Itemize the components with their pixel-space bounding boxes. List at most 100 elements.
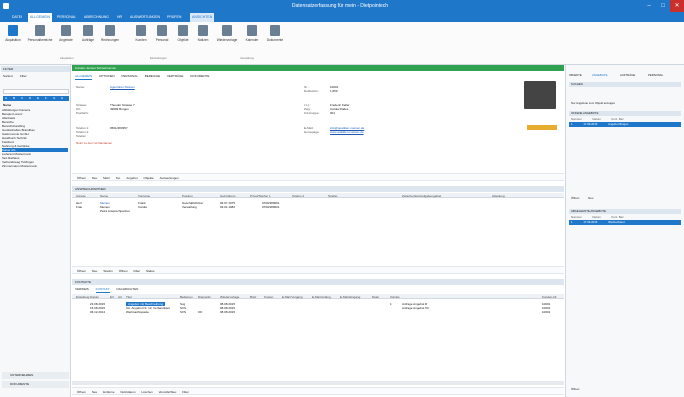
sort-label[interactable]: Sortiert (3, 74, 13, 78)
tab-pruefen[interactable]: PRÜFEN (165, 13, 183, 22)
angebot-button[interactable]: Angebot (126, 174, 137, 182)
table-cell[interactable]: Petra Ansprechpartner (100, 209, 130, 213)
col-name[interactable]: Name (100, 194, 108, 198)
rejected-row[interactable]: 1 17.06.2015 Wochenhand (569, 220, 681, 225)
col-email-eingang[interactable]: E-Mail Eingang (340, 295, 360, 299)
col-nummer[interactable]: Nummer (571, 215, 582, 219)
tel-button[interactable]: Tel. (116, 174, 121, 182)
az-f[interactable]: F (45, 96, 47, 100)
col-datei[interactable]: Datei (372, 295, 379, 299)
tab-dokumente-detail[interactable]: DOKUMENTE (190, 73, 209, 79)
new-button[interactable]: Neu (92, 267, 98, 275)
col-datum[interactable]: Datum (593, 215, 601, 219)
tab-angebote-right[interactable]: ANGEBOTE (592, 73, 608, 77)
tab-personal[interactable]: PERSONAL (55, 13, 78, 22)
tab-optionen[interactable]: OPTIONEN (99, 73, 115, 79)
col-email-vorgang[interactable]: E-Mail Vorgang (282, 295, 303, 299)
kunden-button[interactable]: Kunden (132, 25, 150, 55)
right-bottom-open[interactable]: Öffnen (569, 387, 681, 392)
tab-ansichten[interactable]: ANSICHTEN (190, 13, 215, 22)
tab-datei[interactable]: DATEI (10, 13, 24, 22)
col-kosten[interactable]: Kosten (264, 295, 273, 299)
new-button[interactable]: Neu (92, 388, 98, 396)
az-d[interactable]: D (29, 96, 31, 100)
tab-bereiche[interactable]: BEREICHE (145, 73, 160, 79)
web-value[interactable]: www.quatklen-meinen.de (330, 130, 364, 134)
tab-auftraege-right[interactable]: AUFTRÄGE (620, 73, 635, 77)
col-bedienen[interactable]: Bedienen (180, 295, 193, 299)
maximize-button[interactable]: □ (656, 0, 670, 12)
col-gebdatum[interactable]: Geb.Datum (220, 194, 235, 198)
telefon-button[interactable]: Telefon (103, 267, 113, 275)
col-vorname[interactable]: Vorname (138, 194, 150, 198)
az-a[interactable]: A (5, 96, 7, 100)
tab-hr[interactable]: HR (115, 13, 124, 22)
open-button[interactable]: Öffnen (571, 196, 579, 200)
col-abteilung[interactable]: Abteilung (492, 194, 505, 198)
col-kurzbez[interactable]: Kurz. Bez. (612, 117, 625, 121)
filter-button[interactable]: Filter (133, 267, 140, 275)
nav-dokumente[interactable]: DOKUMENTE (2, 381, 69, 388)
tab-objekte-right[interactable]: OBJEKTE (569, 73, 582, 77)
col-wiedervorlage[interactable]: Wiedervorlage (220, 295, 239, 299)
open-button[interactable]: Öffnen (77, 388, 86, 396)
table-cell[interactable]: Weihnachtspaste (126, 310, 149, 314)
akquisition-button[interactable]: Akquisition (2, 25, 24, 55)
col-kurzbez[interactable]: Kurz. Bez. (612, 215, 625, 219)
tab-nachrichten[interactable]: NACHRICHTEN (116, 286, 138, 292)
minimize-button[interactable]: – (642, 0, 656, 12)
auftraege-button[interactable]: Aufträge (78, 25, 98, 55)
col-erstellung[interactable]: Erstellung Datum (76, 295, 99, 299)
rechnungen-button[interactable]: Rechnungen (100, 25, 120, 55)
debitor-value[interactable]: 1.650 (330, 89, 338, 93)
tab-auswertungen[interactable]: AUSWERTUNGEN (128, 13, 162, 22)
tab-allgemein[interactable]: ALLGEMEIN (28, 13, 53, 22)
name-value[interactable]: Agentüren Kleinen (110, 85, 135, 89)
name-column-header[interactable]: Name (3, 103, 11, 107)
tel1-value[interactable]: 0501/483357 (110, 126, 128, 130)
nav-unternehmen[interactable]: UNTERNEHMEN (2, 372, 69, 379)
personal-button[interactable]: Personal (152, 25, 172, 55)
auswertungen-button[interactable]: Auswertungen (160, 174, 179, 182)
tab-vertraege[interactable]: VERTRÄGE (167, 73, 183, 79)
new-button[interactable]: Neu (588, 196, 593, 200)
new-button[interactable]: Neu (92, 174, 98, 182)
az-c[interactable]: C (21, 96, 23, 100)
open-button[interactable]: Öffnen (77, 174, 86, 182)
az-g[interactable]: G (53, 96, 55, 100)
col-email-anfang[interactable]: E-Mail Anfang (312, 295, 331, 299)
vervollst-button[interactable]: Vervollst/Neu (159, 388, 177, 396)
objekte-tool-button[interactable]: Objekte (143, 174, 153, 182)
tab-verweis[interactable]: VERWEIS (75, 286, 89, 292)
more-button[interactable]: Mehr (103, 174, 110, 182)
delete-button[interactable]: Löschen (141, 388, 152, 396)
open-button[interactable]: Öffnen (77, 267, 86, 275)
col-dispositiv[interactable]: Dispositiv (198, 295, 211, 299)
col-privat[interactable]: Privat/Telefon 1 (250, 194, 271, 198)
col-art[interactable]: Art (118, 295, 122, 299)
col-brief[interactable]: Brief (250, 295, 256, 299)
kalender-button[interactable]: Kalender (242, 25, 262, 55)
tab-kontakt[interactable]: KONTAKT (95, 286, 110, 293)
list-item[interactable]: Zimmermann Mustermann (2, 164, 68, 168)
objekte-button[interactable]: Objekte (174, 25, 192, 55)
col-telefon2[interactable]: Telefon 2 (292, 194, 304, 198)
tab-personal-detail[interactable]: PERSONAL (122, 73, 138, 79)
col-titel[interactable]: Titel (126, 295, 132, 299)
offer-row[interactable]: 1 17.09.2015 Angebot Burgen (569, 122, 681, 127)
kd-value[interactable]: 001 (330, 111, 335, 115)
col-datum[interactable]: Datum (593, 117, 601, 121)
horizontal-scrollbar[interactable] (72, 381, 564, 385)
open2-button[interactable]: Öffnen (119, 267, 128, 275)
status-button[interactable]: Status (146, 267, 155, 275)
col-telefax[interactable]: Telefax (328, 194, 338, 198)
az-h[interactable]: H (61, 96, 63, 100)
close-button[interactable]: ✕ (670, 0, 684, 12)
col-vorrats[interactable]: Vorrats (390, 295, 400, 299)
col-position[interactable]: Position (182, 194, 193, 198)
personalbereiche-button[interactable]: Personalbereiche (26, 25, 54, 55)
city-value[interactable]: 49699 Burgen (110, 107, 129, 111)
filter-button[interactable]: Filter (182, 388, 189, 396)
tab-abrechnung[interactable]: ABRECHNUNG (82, 13, 111, 22)
show-offers-checkbox[interactable]: Nur Angebote zum Objekt anzeigen (569, 101, 681, 106)
